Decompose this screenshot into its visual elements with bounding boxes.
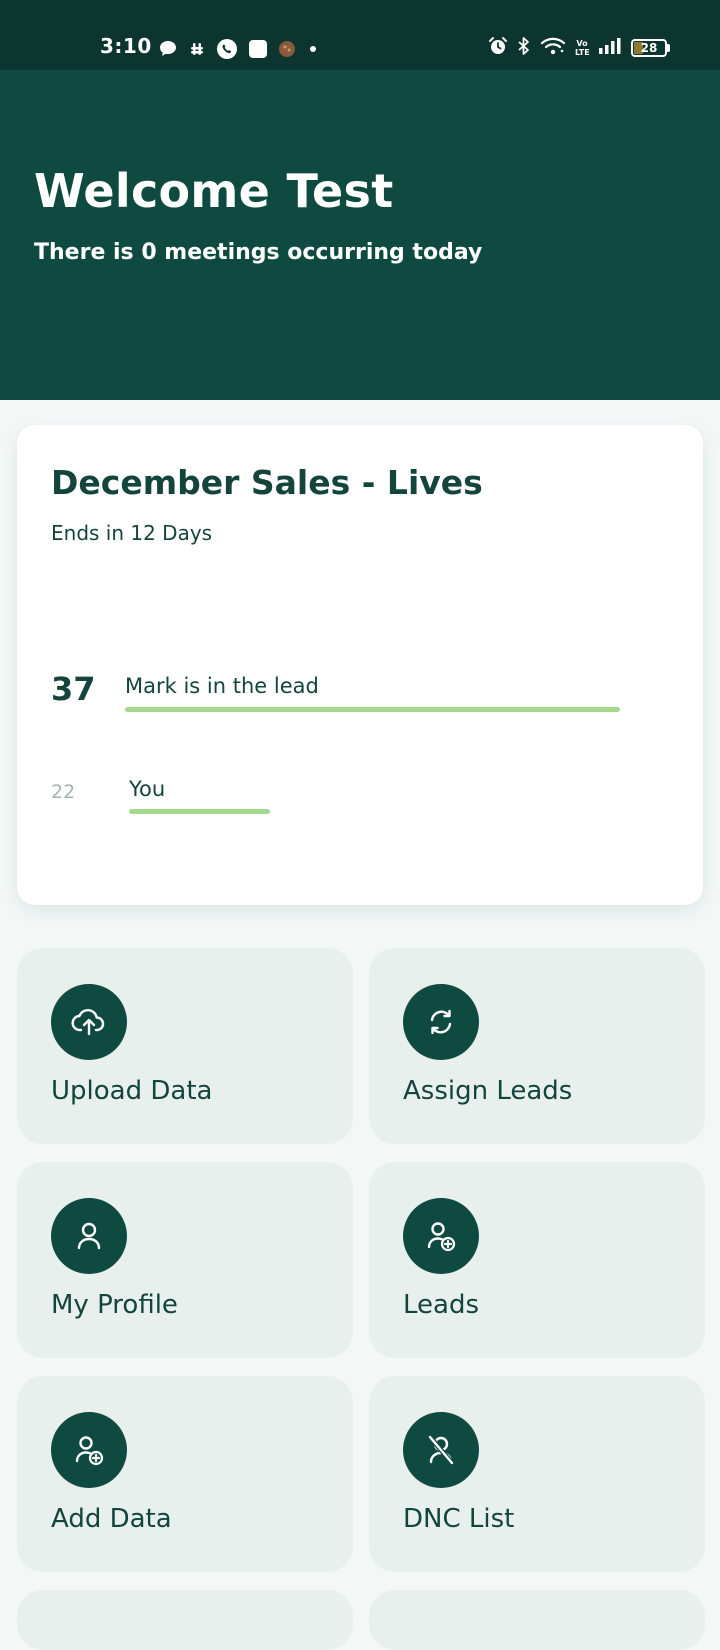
tile-label: Upload Data <box>51 1076 213 1106</box>
dot-icon <box>306 42 320 56</box>
avatar-icon <box>278 40 296 58</box>
tile-upload-data[interactable]: Upload Data <box>17 948 353 1144</box>
refresh-icon <box>403 984 479 1060</box>
user-icon <box>51 1198 127 1274</box>
tile-partial-left[interactable] <box>17 1590 353 1650</box>
welcome-header: Welcome Test There is 0 meetings occurri… <box>0 70 720 400</box>
status-bar: 3:10 Vo LTE 28 <box>0 0 720 70</box>
whatsapp-icon <box>216 38 238 60</box>
chat-bubble-icon <box>158 39 178 59</box>
slack-icon <box>188 40 206 58</box>
status-time: 3:10 <box>100 34 152 58</box>
volte-icon: Vo LTE <box>575 39 590 57</box>
welcome-title: Welcome Test <box>34 164 394 218</box>
tile-label: Assign Leads <box>403 1076 573 1106</box>
cloud-upload-icon <box>51 984 127 1060</box>
leader-score: 37 <box>51 670 96 708</box>
user-add-icon <box>51 1412 127 1488</box>
your-progress-bar <box>129 809 270 814</box>
leader-progress-bar <box>125 707 620 712</box>
battery-icon: 28 <box>631 39 670 57</box>
leaderboard-row-you: 22 You <box>51 775 651 835</box>
leaderboard-row-leader: 37 Mark is in the lead <box>51 670 651 730</box>
tile-dnc-list[interactable]: DNC List <box>369 1376 705 1572</box>
system-icons: Vo LTE 28 <box>488 36 670 60</box>
tile-assign-leads[interactable]: Assign Leads <box>369 948 705 1144</box>
wifi-icon <box>540 36 566 60</box>
tile-my-profile[interactable]: My Profile <box>17 1162 353 1358</box>
tile-label: My Profile <box>51 1290 178 1320</box>
tile-leads[interactable]: Leads <box>369 1162 705 1358</box>
signal-icon <box>598 37 622 59</box>
meetings-summary: There is 0 meetings occurring today <box>34 240 483 265</box>
leader-label: Mark is in the lead <box>125 674 319 698</box>
bluetooth-icon <box>517 36 531 60</box>
sales-contest-card[interactable]: December Sales - Lives Ends in 12 Days 3… <box>17 425 703 905</box>
tile-label: DNC List <box>403 1504 515 1534</box>
contest-title: December Sales - Lives <box>51 463 483 502</box>
alarm-icon <box>488 36 508 60</box>
user-blocked-icon <box>403 1412 479 1488</box>
tile-add-data[interactable]: Add Data <box>17 1376 353 1572</box>
notification-icons <box>158 38 320 60</box>
tile-label: Add Data <box>51 1504 172 1534</box>
battery-level: 28 <box>640 41 658 55</box>
your-label: You <box>129 777 166 801</box>
tile-partial-right[interactable] <box>369 1590 705 1650</box>
square-app-icon <box>248 39 268 59</box>
contest-countdown: Ends in 12 Days <box>51 521 213 545</box>
your-score: 22 <box>51 781 76 803</box>
tile-label: Leads <box>403 1290 480 1320</box>
user-add-icon <box>403 1198 479 1274</box>
